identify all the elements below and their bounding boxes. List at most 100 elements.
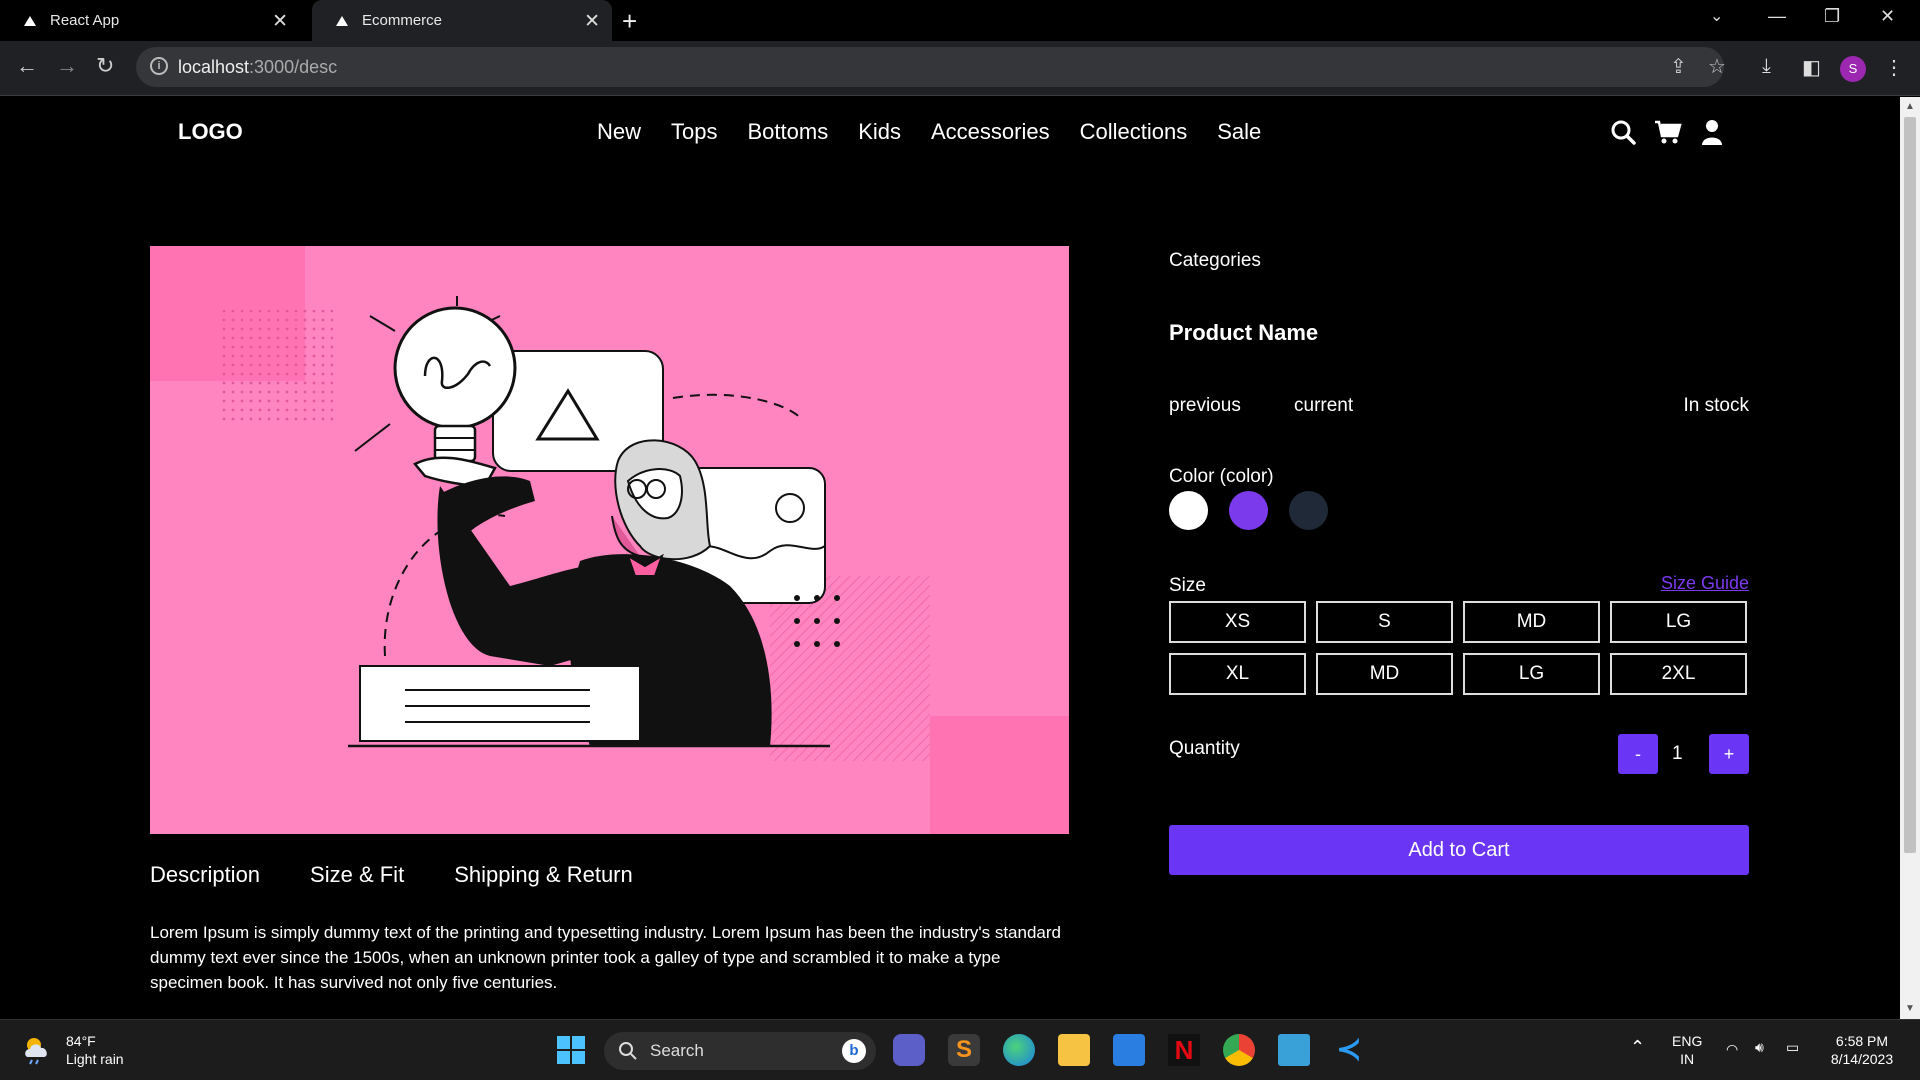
- ecommerce-page: LOGO New Tops Bottoms Kids Accessories C…: [0, 97, 1900, 1019]
- profile-avatar[interactable]: S: [1840, 56, 1866, 82]
- volume-icon[interactable]: 🔊︎: [1755, 1038, 1764, 1056]
- product-illustration: [150, 246, 1069, 834]
- price-previous: previous: [1169, 395, 1241, 416]
- quantity-increase-button[interactable]: +: [1709, 734, 1749, 774]
- netflix-icon[interactable]: N: [1168, 1034, 1200, 1066]
- size-option-md[interactable]: MD: [1463, 601, 1600, 643]
- search-icon: [619, 1042, 637, 1060]
- search-icon[interactable]: [1610, 119, 1636, 145]
- teams-icon[interactable]: [893, 1034, 925, 1066]
- detail-tabs: Description Size & Fit Shipping & Return: [150, 862, 633, 888]
- size-guide-link[interactable]: Size Guide: [1661, 573, 1749, 594]
- menu-kebab-icon[interactable]: ⋮: [1884, 55, 1904, 80]
- vscode-icon[interactable]: ≺: [1333, 1034, 1365, 1066]
- add-to-cart-button[interactable]: Add to Cart: [1169, 825, 1749, 875]
- weather-widget[interactable]: 84°F Light rain: [22, 1032, 124, 1068]
- new-tab-button[interactable]: +: [622, 6, 637, 37]
- rain-cloud-icon: [25, 1038, 47, 1065]
- mail-icon[interactable]: [1113, 1034, 1145, 1066]
- url-path: :3000/desc: [249, 56, 338, 77]
- language: ENG: [1672, 1033, 1703, 1049]
- language-indicator[interactable]: ENG IN: [1672, 1032, 1702, 1068]
- nav-item-sale[interactable]: Sale: [1217, 119, 1261, 145]
- url-host: localhost: [178, 56, 250, 77]
- file-explorer-icon[interactable]: [1058, 1034, 1090, 1066]
- size-option-s[interactable]: S: [1316, 601, 1453, 643]
- nav-item-kids[interactable]: Kids: [858, 119, 901, 145]
- size-option-xs[interactable]: XS: [1169, 601, 1306, 643]
- clock[interactable]: 6:58 PM 8/14/2023: [1822, 1032, 1902, 1068]
- ecommerce-favicon-icon: [336, 15, 348, 26]
- windows-start-icon[interactable]: [555, 1034, 587, 1066]
- close-window-icon[interactable]: ✕: [1880, 6, 1895, 27]
- weather-temp: 84°F: [66, 1033, 96, 1049]
- scroll-up-icon[interactable]: ▲: [1905, 101, 1915, 112]
- nav-item-tops[interactable]: Tops: [671, 119, 717, 145]
- restore-icon[interactable]: ❐: [1824, 6, 1840, 27]
- color-swatch-white[interactable]: [1169, 491, 1208, 530]
- url-bar[interactable]: i localhost:3000/desc ⇪ ☆: [136, 47, 1726, 87]
- color-swatch-navy[interactable]: [1289, 491, 1328, 530]
- nav-item-accessories[interactable]: Accessories: [931, 119, 1050, 145]
- time: 6:58 PM: [1835, 1033, 1889, 1049]
- react-app-favicon-icon: [24, 15, 36, 26]
- battery-icon[interactable]: ▭: [1786, 1038, 1799, 1056]
- price-current: current: [1294, 395, 1354, 416]
- nav-item-new[interactable]: New: [597, 119, 641, 145]
- region: IN: [1680, 1051, 1695, 1067]
- size-option-2xl[interactable]: 2XL: [1610, 653, 1747, 695]
- tab-size-fit[interactable]: Size & Fit: [310, 862, 404, 888]
- size-option-lg-2[interactable]: LG: [1463, 653, 1600, 695]
- tab-description[interactable]: Description: [150, 862, 260, 888]
- tab-ecommerce[interactable]: Ecommerce ✕: [312, 0, 612, 41]
- minimize-icon[interactable]: —: [1768, 6, 1786, 27]
- size-option-lg[interactable]: LG: [1610, 601, 1747, 643]
- remote-desktop-icon[interactable]: [1278, 1034, 1310, 1066]
- bookmark-star-icon[interactable]: ☆: [1708, 54, 1726, 79]
- close-tab-icon[interactable]: ✕: [272, 10, 288, 33]
- wifi-icon[interactable]: ◠: [1726, 1040, 1738, 1058]
- browser-tab-bar: React App ✕ Ecommerce ✕ + ⌄ — ❐ ✕: [0, 0, 1920, 41]
- quantity-value: 1: [1672, 743, 1683, 764]
- header-icons: [1610, 119, 1724, 145]
- nav-item-bottoms[interactable]: Bottoms: [748, 119, 829, 145]
- stock-status: In stock: [1683, 395, 1749, 416]
- color-swatch-purple[interactable]: [1229, 491, 1268, 530]
- cart-icon[interactable]: [1654, 119, 1682, 145]
- edge-icon[interactable]: [1003, 1034, 1035, 1066]
- scroll-down-icon[interactable]: ▼: [1905, 1003, 1915, 1014]
- main-nav: New Tops Bottoms Kids Accessories Collec…: [597, 119, 1261, 145]
- product-category[interactable]: Categories: [1169, 250, 1261, 272]
- chrome-icon[interactable]: [1223, 1034, 1255, 1066]
- taskbar-search[interactable]: Search b: [604, 1032, 876, 1070]
- forward-icon[interactable]: →: [56, 53, 78, 79]
- close-tab-icon[interactable]: ✕: [584, 10, 600, 33]
- back-icon[interactable]: ←: [16, 53, 38, 79]
- scrollbar-thumb[interactable]: [1904, 117, 1916, 853]
- reload-icon[interactable]: ↻: [96, 53, 114, 79]
- page-scrollbar[interactable]: ▲ ▼: [1900, 97, 1920, 1019]
- taskbar-search-label: Search: [650, 1041, 704, 1060]
- windows-taskbar: 84°F Light rain Search b S N ≺ ⌃ ENG IN …: [0, 1019, 1920, 1080]
- side-panel-icon[interactable]: ◧: [1802, 55, 1821, 80]
- product-name: Product Name: [1169, 320, 1319, 345]
- quantity-decrease-button[interactable]: -: [1618, 734, 1658, 774]
- download-icon[interactable]: ⤓: [1762, 55, 1771, 78]
- size-option-xl[interactable]: XL: [1169, 653, 1306, 695]
- tab-react-app[interactable]: React App ✕: [0, 0, 300, 41]
- site-logo[interactable]: LOGO: [178, 119, 243, 145]
- user-icon[interactable]: [1700, 119, 1724, 145]
- site-info-icon[interactable]: i: [150, 57, 168, 75]
- size-label: Size: [1169, 575, 1206, 596]
- tab-title: Ecommerce: [362, 12, 443, 29]
- size-option-md-2[interactable]: MD: [1316, 653, 1453, 695]
- share-icon[interactable]: ⇪: [1670, 54, 1687, 79]
- address-bar-row: ← → ↻ i localhost:3000/desc ⇪ ☆ ⤓ ◧ ⋮: [0, 41, 1920, 96]
- tab-shipping-return[interactable]: Shipping & Return: [454, 862, 633, 888]
- nav-item-collections[interactable]: Collections: [1080, 119, 1188, 145]
- tab-search-icon[interactable]: ⌄: [1710, 6, 1723, 26]
- sublime-text-icon[interactable]: S: [948, 1034, 980, 1066]
- tray-overflow-icon[interactable]: ⌃: [1630, 1038, 1645, 1056]
- bing-icon[interactable]: b: [842, 1039, 866, 1063]
- product-image: [150, 246, 1069, 834]
